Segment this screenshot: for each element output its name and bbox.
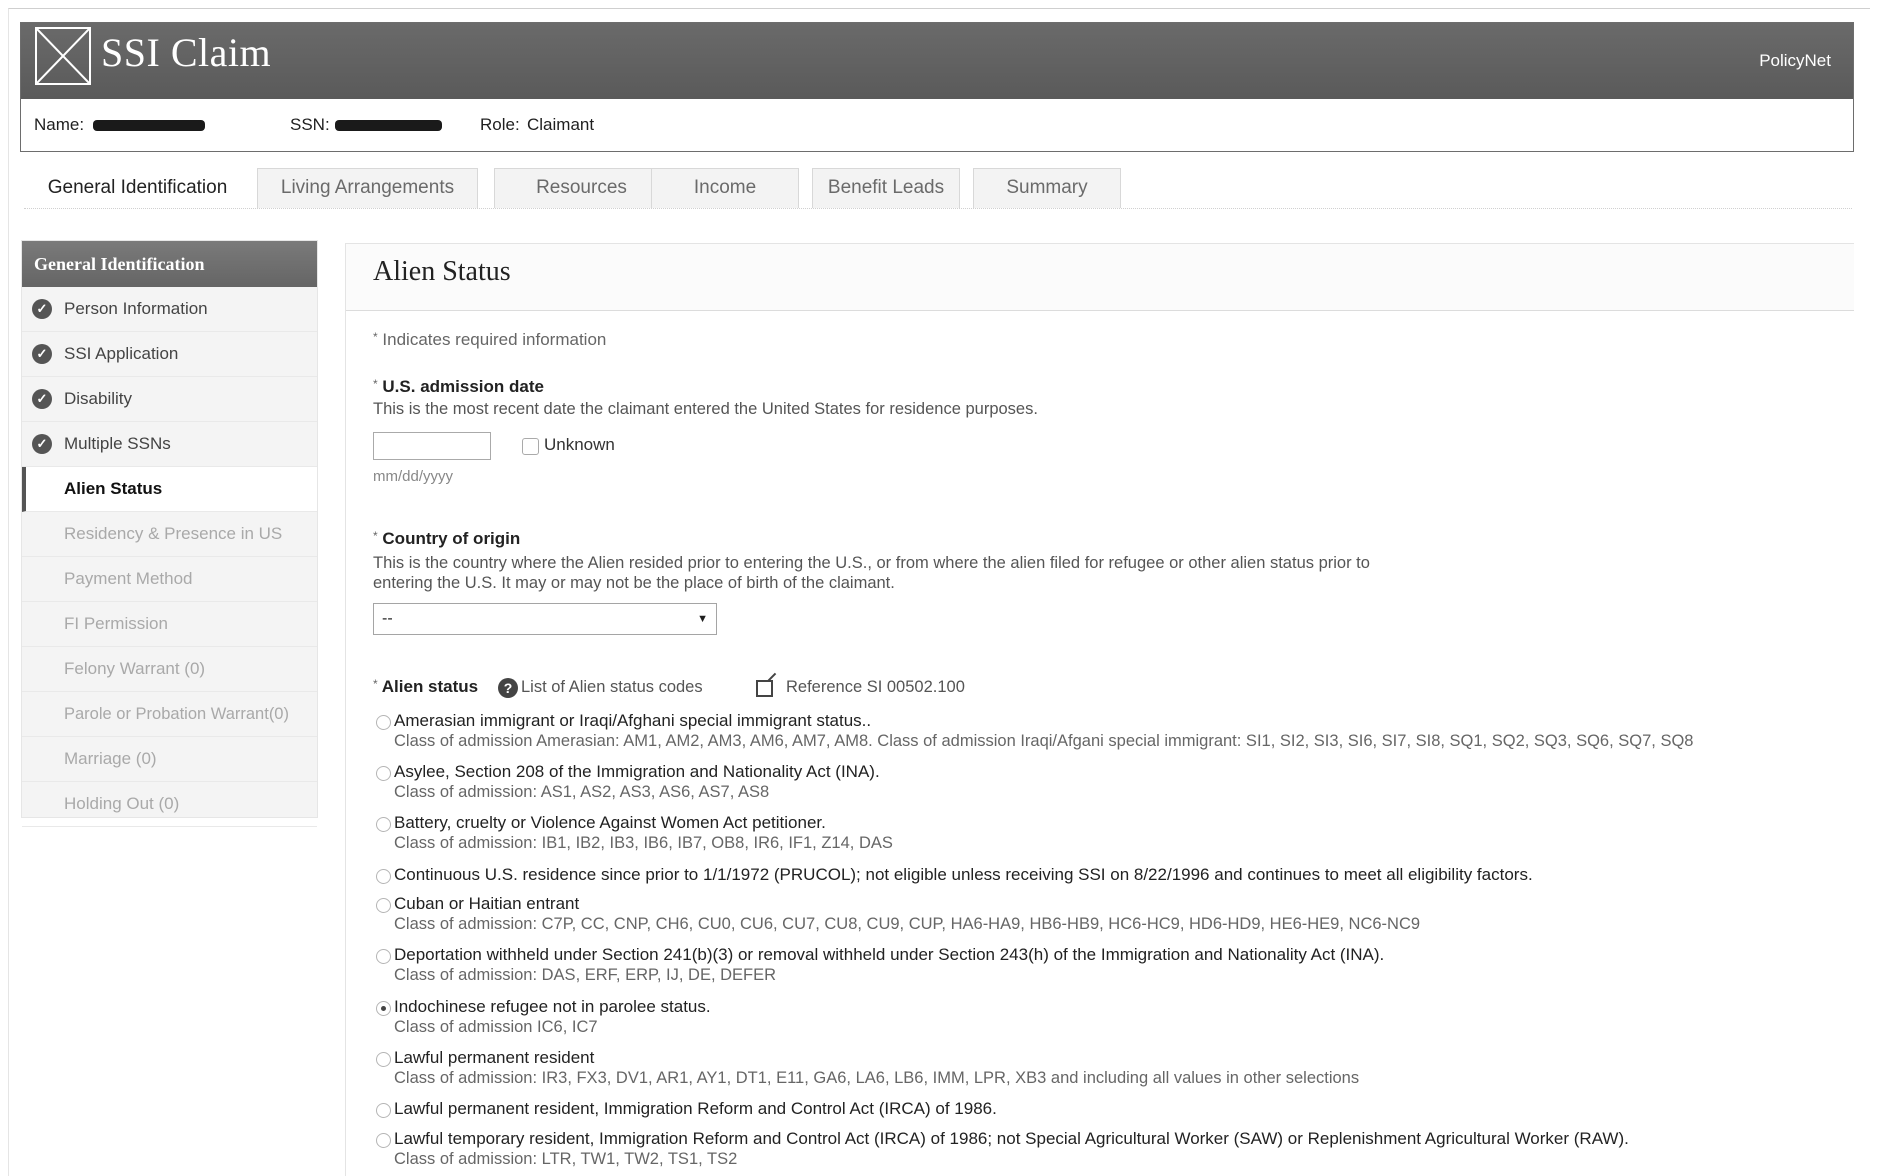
unknown-label: Unknown	[544, 435, 615, 454]
required-note: * Indicates required information	[373, 330, 607, 349]
claimant-info-row: Name: SSN: Role: Claimant	[21, 99, 1853, 151]
sidebar-item-label: Payment Method	[64, 569, 193, 588]
alien-status-radio[interactable]	[376, 1052, 391, 1067]
option-label: Battery, cruelty or Violence Against Wom…	[394, 813, 826, 832]
sidebar-item-alien-status[interactable]: Alien Status	[22, 467, 317, 512]
sidebar-item-label: Alien Status	[64, 479, 163, 498]
option-label: Continuous U.S. residence since prior to…	[394, 865, 1533, 884]
main-panel: Alien Status * Indicates required inform…	[345, 243, 1854, 1176]
tab-resources[interactable]: Resources	[494, 168, 669, 208]
vendor-name: PolicyNet	[1759, 51, 1831, 70]
main-panel-header: Alien Status	[346, 244, 1854, 311]
option-label: Cuban or Haitian entrant	[394, 894, 580, 913]
name-redacted	[93, 120, 205, 131]
sidebar-item-label: Residency & Presence in US	[64, 524, 283, 543]
option-sub: Class of admission IC6, IC7	[394, 1018, 598, 1036]
date-format-hint: mm/dd/yyyy	[373, 468, 454, 485]
country-origin-label: * Country of origin	[373, 529, 521, 548]
option-label: Lawful permanent resident, Immigration R…	[394, 1099, 997, 1118]
sidebar-item-label: Felony Warrant (0)	[64, 659, 206, 678]
sidebar-item-label: Parole or Probation Warrant(0)	[64, 705, 289, 723]
header-bar: SSI Claim PolicyNet	[21, 23, 1853, 99]
role-value: Claimant	[527, 115, 595, 134]
alien-status-radio[interactable]	[376, 766, 391, 781]
alien-status-radio[interactable]	[376, 715, 391, 730]
alien-status-codes-link[interactable]: List of Alien status codes	[521, 678, 703, 697]
tab-living-arrangements[interactable]: Living Arrangements	[257, 168, 478, 208]
check-icon: ✓	[32, 389, 52, 409]
name-label: Name:	[34, 115, 85, 134]
option-label: Lawful permanent resident	[394, 1048, 595, 1067]
country-origin-help-line1: This is the country where the Alien resi…	[373, 554, 1370, 572]
alien-status-label: * Alien status	[373, 677, 479, 696]
sidebar-item-holding-out: Holding Out (0)	[22, 782, 317, 827]
app-title: SSI Claim	[101, 30, 272, 75]
ssn-label: SSN:	[290, 115, 330, 134]
option-sub: Class of admission: IR3, FX3, DV1, AR1, …	[394, 1069, 1360, 1087]
page-title: Alien Status	[373, 256, 511, 287]
tab-summary[interactable]: Summary	[973, 168, 1121, 208]
role-label: Role:	[480, 115, 520, 134]
app-header: SSI Claim PolicyNet Name: SSN: Role: Cla…	[20, 22, 1854, 152]
tab-income[interactable]: Income	[651, 168, 799, 208]
option-sub: Class of admission: C7P, CC, CNP, CH6, C…	[394, 915, 1421, 933]
alien-status-radio[interactable]	[376, 1103, 391, 1118]
sidebar-header: General Identification	[22, 241, 317, 287]
sidebar-item-label: Marriage (0)	[64, 749, 157, 768]
sidebar-item-label: Person Information	[64, 299, 208, 318]
help-icon[interactable]: ?	[498, 678, 518, 698]
check-icon: ✓	[32, 434, 52, 454]
sidebar-item-felony-warrant: Felony Warrant (0)	[22, 647, 317, 692]
sidebar-item-fi-permission: FI Permission	[22, 602, 317, 647]
sidebar-item-label: FI Permission	[64, 614, 168, 633]
option-sub: Class of admission: IB1, IB2, IB3, IB6, …	[394, 834, 893, 852]
ssn-redacted	[335, 120, 442, 131]
unknown-checkbox[interactable]	[522, 438, 539, 455]
admission-date-help: This is the most recent date the claiman…	[373, 400, 1038, 418]
option-label: Indochinese refugee not in parolee statu…	[394, 997, 711, 1016]
option-sub: Class of admission Amerasian: AM1, AM2, …	[394, 732, 1694, 750]
sidebar-item-residency-presence: Residency & Presence in US	[22, 512, 317, 557]
sidebar-item-label: Holding Out (0)	[64, 794, 180, 813]
admission-date-input[interactable]	[373, 432, 491, 460]
sidebar-item-parole-probation-warrant: Parole or Probation Warrant(0)	[22, 692, 317, 737]
tab-benefit-leads[interactable]: Benefit Leads	[812, 168, 960, 208]
check-icon: ✓	[32, 344, 52, 364]
sidebar-item-multiple-ssns[interactable]: ✓ Multiple SSNs	[22, 422, 317, 467]
option-sub: Class of admission: DAS, ERF, ERP, IJ, D…	[394, 966, 777, 984]
alien-status-radio[interactable]	[376, 1133, 391, 1148]
chevron-down-icon: ▼	[697, 613, 708, 625]
country-origin-help-line2: entering the U.S. It may or may not be t…	[373, 574, 895, 592]
sidebar-item-person-information[interactable]: ✓ Person Information	[22, 287, 317, 332]
reference-link[interactable]: Reference SI 00502.100	[786, 678, 965, 697]
country-origin-select[interactable]: -- ▼	[373, 603, 717, 635]
alien-status-radio[interactable]	[376, 869, 391, 884]
sidebar-item-ssi-application[interactable]: ✓ SSI Application	[22, 332, 317, 377]
country-origin-selected: --	[382, 610, 393, 627]
sidebar-item-label: Disability	[64, 389, 133, 408]
external-link-icon[interactable]	[756, 680, 773, 697]
alien-status-radio[interactable]	[376, 949, 391, 964]
option-label: Asylee, Section 208 of the Immigration a…	[394, 762, 880, 781]
sidebar-item-payment-method: Payment Method	[22, 557, 317, 602]
alien-status-radio-selected[interactable]	[376, 1001, 391, 1016]
tab-general-identification[interactable]: General Identification	[32, 168, 243, 208]
sidebar-item-label: SSI Application	[64, 344, 179, 363]
sidebar-item-label: Multiple SSNs	[64, 434, 171, 453]
option-label: Amerasian immigrant or Iraqi/Afghani spe…	[394, 711, 872, 730]
option-sub: Class of admission: AS1, AS2, AS3, AS6, …	[394, 783, 770, 801]
sidebar-item-disability[interactable]: ✓ Disability	[22, 377, 317, 422]
option-sub: Class of admission: LTR, TW1, TW2, TS1, …	[394, 1150, 738, 1168]
alien-status-radio[interactable]	[376, 817, 391, 832]
alien-status-radio[interactable]	[376, 898, 391, 913]
option-label: Deportation withheld under Section 241(b…	[394, 945, 1385, 964]
check-icon: ✓	[32, 299, 52, 319]
sidebar-nav: General Identification ✓ Person Informat…	[21, 240, 318, 827]
app-logo-icon	[35, 27, 91, 85]
sidebar-item-marriage: Marriage (0)	[22, 737, 317, 782]
admission-date-label: * U.S. admission date	[373, 377, 544, 396]
tabs-divider	[24, 208, 1852, 209]
option-label: Lawful temporary resident, Immigration R…	[394, 1129, 1629, 1148]
